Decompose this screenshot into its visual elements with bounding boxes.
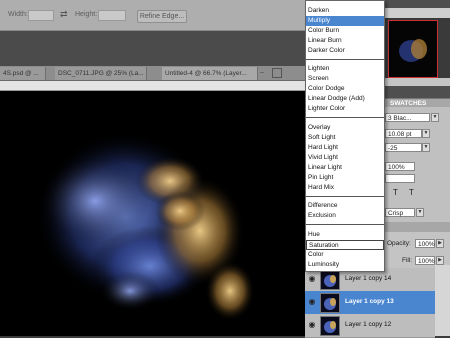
swap-arrows-icon[interactable]: ⇄ — [60, 9, 68, 20]
visibility-eye-icon[interactable]: ◉ — [307, 320, 317, 330]
menu-item-overlay[interactable]: Overlay — [306, 123, 384, 133]
fill-dropdown-icon[interactable]: ▶ — [436, 256, 444, 265]
nebula-artwork — [35, 131, 255, 321]
menu-item-linear-light[interactable]: Linear Light — [306, 163, 384, 173]
layers-panel-header — [385, 222, 450, 232]
width-field[interactable] — [28, 10, 54, 21]
faux-strikethrough-icon[interactable]: T — [393, 188, 398, 197]
superscript-icon[interactable]: T — [409, 188, 414, 197]
opacity-label: Opacity: — [387, 240, 411, 247]
menu-item-lighter-color[interactable]: Lighter Color — [306, 104, 384, 114]
menu-separator — [306, 196, 384, 197]
baseline-field[interactable] — [385, 174, 415, 183]
navigator-thumbnail[interactable] — [388, 20, 438, 78]
character-panel: 3 Blac... ▼ 10.08 pt ▼ -25 ▼ 100% T T Cr… — [385, 107, 450, 222]
tab-document-2[interactable]: DSC_0711.JPG @ 25% (La... — [55, 67, 147, 80]
width-label: Width: — [8, 11, 28, 18]
scale-field[interactable]: 100% — [385, 162, 415, 171]
menu-item-color-burn[interactable]: Color Burn — [306, 26, 384, 36]
menu-item-luminosity[interactable]: Luminosity — [306, 260, 384, 270]
menu-item-color[interactable]: Color — [306, 250, 384, 260]
opacity-dropdown-icon[interactable]: ▶ — [436, 239, 444, 248]
menu-item-screen[interactable]: Screen — [306, 74, 384, 84]
tracking-field[interactable]: -25 — [385, 143, 422, 152]
menu-separator — [306, 117, 384, 118]
menu-item-pin-light[interactable]: Pin Light — [306, 173, 384, 183]
layer-name: Layer 1 copy 14 — [345, 275, 392, 282]
menu-item-hard-light[interactable]: Hard Light — [306, 143, 384, 153]
maximize-icon[interactable] — [272, 68, 282, 78]
menu-item-saturation[interactable]: Saturation — [306, 240, 384, 250]
menu-item-exclusion[interactable]: Exclusion — [306, 211, 384, 221]
menu-item-hue[interactable]: Hue — [306, 230, 384, 240]
layers-scrollbar[interactable] — [435, 265, 450, 336]
menu-item-linear-dodge[interactable]: Linear Dodge (Add) — [306, 94, 384, 104]
canvas-image[interactable] — [0, 91, 305, 336]
layer-name: Layer 1 copy 13 — [345, 298, 394, 305]
layer-thumbnail — [320, 270, 340, 290]
menu-item-soft-light[interactable]: Soft Light — [306, 133, 384, 143]
visibility-eye-icon[interactable]: ◉ — [307, 297, 317, 307]
height-field[interactable] — [98, 10, 126, 21]
menu-item-lighten[interactable]: Lighten — [306, 64, 384, 74]
opacity-field[interactable]: 100% — [415, 239, 435, 248]
menu-item-hard-mix[interactable]: Hard Mix — [306, 183, 384, 193]
swatches-label: SWATCHES — [390, 100, 427, 107]
ruler-top — [0, 81, 305, 91]
refine-edge-button[interactable]: Refine Edge... — [137, 10, 187, 23]
antialias-dropdown-icon[interactable]: ▼ — [416, 208, 424, 217]
menu-item-difference[interactable]: Difference — [306, 201, 384, 211]
navigator-preview — [399, 39, 427, 62]
layer-thumbnail — [320, 293, 340, 313]
menu-item-darken[interactable]: Darken — [306, 6, 384, 16]
menu-item-vivid-light[interactable]: Vivid Light — [306, 153, 384, 163]
font-family-dropdown-icon[interactable]: ▼ — [431, 113, 439, 122]
font-size-dropdown-icon[interactable]: ▼ — [422, 129, 430, 138]
layer-row-selected[interactable]: ◉ Layer 1 copy 13 — [305, 291, 435, 315]
zoom-slider[interactable] — [385, 78, 450, 86]
menu-separator — [306, 59, 384, 60]
menu-item-darker-color[interactable]: Darker Color — [306, 46, 384, 56]
tab-document-1[interactable]: 4S.psd @ ... — [0, 67, 46, 80]
font-size-field[interactable]: 10.08 pt — [385, 129, 422, 138]
layer-name: Layer 1 copy 12 — [345, 321, 392, 328]
layer-thumbnail — [320, 316, 340, 336]
font-family-field[interactable]: 3 Blac... — [385, 113, 430, 122]
menu-item-color-dodge[interactable]: Color Dodge — [306, 84, 384, 94]
fill-label: Fill: — [402, 257, 413, 264]
navigator-header — [385, 8, 450, 18]
menu-item-multiply[interactable]: Multiply — [306, 16, 384, 26]
visibility-eye-icon[interactable]: ◉ — [307, 274, 317, 284]
layer-row[interactable]: ◉ Layer 1 copy 12 — [305, 314, 435, 338]
menu-item-linear-burn[interactable]: Linear Burn — [306, 36, 384, 46]
height-label: Height: — [75, 11, 98, 18]
tab-document-3[interactable]: Untitled-4 @ 66.7% (Layer... — [162, 67, 258, 80]
fill-field[interactable]: 100% — [415, 256, 435, 265]
minimize-icon[interactable]: – — [260, 69, 268, 77]
menu-separator — [306, 224, 384, 225]
antialias-field[interactable]: Crisp — [385, 208, 415, 217]
tracking-dropdown-icon[interactable]: ▼ — [422, 143, 430, 152]
